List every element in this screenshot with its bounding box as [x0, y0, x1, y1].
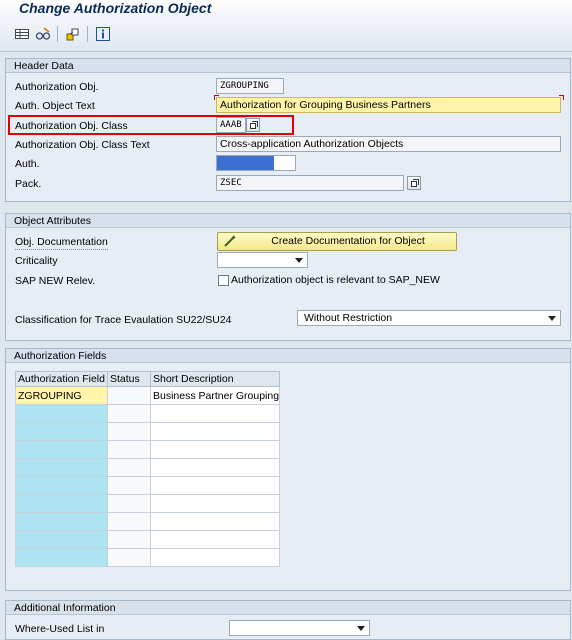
table-cell[interactable]	[15, 440, 108, 459]
table-cell[interactable]	[15, 404, 108, 423]
table-row[interactable]	[15, 530, 280, 549]
where-used-dropdown[interactable]	[229, 620, 370, 636]
table-cell[interactable]	[150, 458, 280, 477]
table-cell[interactable]: Business Partner Grouping	[150, 386, 280, 405]
required-marker	[214, 95, 219, 100]
sapnew-checkbox-label: Authorization object is relevant to SAP_…	[231, 274, 440, 286]
table-row[interactable]	[15, 494, 280, 513]
chevron-down-icon	[295, 258, 303, 263]
table-cell[interactable]	[107, 404, 151, 423]
classification-dropdown[interactable]: Without Restriction	[297, 310, 561, 326]
table-row[interactable]	[15, 458, 280, 477]
table-cell[interactable]	[107, 476, 151, 495]
criticality-label: Criticality	[15, 255, 58, 267]
pencil-icon	[223, 234, 237, 254]
info-icon[interactable]	[95, 26, 111, 42]
table-cell[interactable]	[107, 422, 151, 441]
table-cell[interactable]	[107, 512, 151, 531]
table-cell[interactable]	[107, 386, 151, 405]
glasses-icon[interactable]	[35, 26, 51, 42]
object-attributes-heading: Object Attributes	[6, 214, 570, 228]
table-cell[interactable]	[150, 422, 280, 441]
sapnew-label: SAP NEW Relev.	[15, 275, 96, 287]
table-cell[interactable]	[107, 530, 151, 549]
class-field[interactable]: AAAB	[216, 117, 246, 133]
required-marker	[559, 95, 564, 100]
auth-bar	[217, 156, 274, 170]
copy-icon[interactable]	[246, 118, 260, 132]
auth-text-label: Auth. Object Text	[15, 100, 95, 112]
table-cell[interactable]	[107, 548, 151, 567]
where-used-icon[interactable]	[65, 26, 81, 42]
auth-field[interactable]	[216, 155, 296, 171]
table-cell[interactable]	[15, 548, 108, 567]
classification-value: Without Restriction	[304, 312, 393, 324]
auth-obj-label: Authorization Obj.	[15, 81, 99, 93]
table-cell[interactable]	[15, 494, 108, 513]
table-row[interactable]	[15, 512, 280, 531]
application-toolbar	[0, 19, 572, 52]
table-cell[interactable]	[150, 494, 280, 513]
table-cell[interactable]	[15, 512, 108, 531]
table-row[interactable]: ZGROUPING Business Partner Grouping	[15, 386, 280, 405]
table-cell[interactable]	[107, 458, 151, 477]
additional-information-heading: Additional Information	[6, 601, 570, 615]
doc-label: Obj. Documentation	[15, 236, 108, 250]
table-cell[interactable]: ZGROUPING	[15, 386, 108, 405]
table-row[interactable]	[15, 440, 280, 459]
title-bar: Change Authorization Object	[0, 0, 572, 19]
chevron-down-icon	[548, 316, 556, 321]
class-label: Authorization Obj. Class	[15, 120, 128, 132]
table-cell[interactable]	[15, 458, 108, 477]
display-table-icon[interactable]	[14, 26, 30, 42]
table-row[interactable]	[15, 422, 280, 441]
authorization-fields-table: Authorization Field Status Short Descrip…	[15, 371, 280, 567]
table-row[interactable]	[15, 548, 280, 567]
copy-icon[interactable]	[407, 176, 421, 190]
toolbar-separator	[87, 26, 88, 42]
column-header[interactable]: Short Description	[150, 371, 280, 387]
table-cell[interactable]	[107, 494, 151, 513]
table-row[interactable]	[15, 404, 280, 423]
table-cell[interactable]	[150, 530, 280, 549]
page-title: Change Authorization Object	[19, 0, 212, 16]
table-cell[interactable]	[15, 422, 108, 441]
column-header[interactable]: Authorization Field	[15, 371, 108, 387]
create-documentation-button[interactable]: Create Documentation for Object	[217, 232, 457, 251]
authorization-fields-heading: Authorization Fields	[6, 349, 570, 363]
create-documentation-label: Create Documentation for Object	[271, 235, 425, 247]
pack-field[interactable]: ZSEC	[216, 175, 404, 191]
auth-text-field[interactable]: Authorization for Grouping Business Part…	[216, 97, 561, 113]
header-data-heading: Header Data	[6, 59, 570, 73]
auth-obj-field[interactable]: ZGROUPING	[216, 78, 284, 94]
table-cell[interactable]	[15, 530, 108, 549]
pack-label: Pack.	[15, 178, 42, 190]
table-cell[interactable]	[15, 476, 108, 495]
table-row[interactable]	[15, 476, 280, 495]
criticality-dropdown[interactable]	[217, 252, 308, 268]
class-text-label: Authorization Obj. Class Text	[15, 139, 150, 151]
auth-label: Auth.	[15, 158, 40, 170]
toolbar-separator	[57, 26, 58, 42]
class-text-field[interactable]: Cross-application Authorization Objects	[216, 136, 561, 152]
table-cell[interactable]	[150, 476, 280, 495]
chevron-down-icon	[357, 626, 365, 631]
sapnew-checkbox[interactable]	[218, 275, 229, 286]
table-cell[interactable]	[107, 440, 151, 459]
table-cell[interactable]	[150, 548, 280, 567]
column-header[interactable]: Status	[107, 371, 151, 387]
classification-label: Classification for Trace Evaulation SU22…	[15, 314, 232, 326]
where-used-label: Where-Used List in	[15, 623, 105, 635]
table-header-row: Authorization Field Status Short Descrip…	[15, 371, 280, 387]
table-cell[interactable]	[150, 440, 280, 459]
table-cell[interactable]	[150, 512, 280, 531]
table-cell[interactable]	[150, 404, 280, 423]
